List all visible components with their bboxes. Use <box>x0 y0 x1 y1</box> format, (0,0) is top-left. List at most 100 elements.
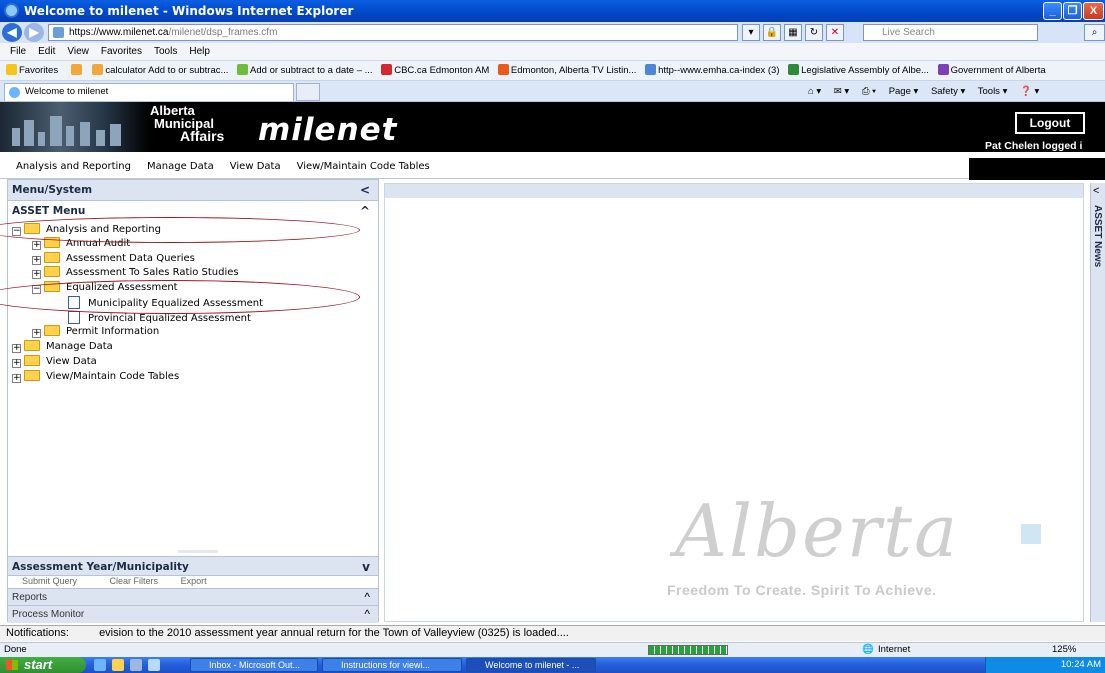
assessment-year-header[interactable]: Assessment Year/Municipality v <box>8 556 378 576</box>
mail-quick-icon[interactable] <box>148 659 160 671</box>
expand-icon[interactable]: + <box>32 241 41 250</box>
folder-icon <box>24 340 40 351</box>
dropdown-icon[interactable]: ▾ <box>742 24 760 41</box>
ie-quick-icon[interactable] <box>94 659 106 671</box>
search-icon[interactable]: ⌕ <box>1084 24 1105 41</box>
assessment-year-title: Assessment Year/Municipality <box>12 561 189 573</box>
favorite-link-6[interactable]: Legislative Assembly of Albe... <box>788 61 929 80</box>
expand-icon[interactable]: + <box>12 374 21 383</box>
expand-left-icon[interactable]: < <box>1093 185 1099 197</box>
clear-filters-button[interactable]: Clear Filters <box>110 576 159 586</box>
menu-file[interactable]: File <box>10 43 26 60</box>
favorite-icon <box>92 64 104 75</box>
forward-button[interactable]: ▶ <box>24 23 44 42</box>
expand-icon[interactable]: + <box>32 256 41 265</box>
city-skyline-image <box>0 102 150 152</box>
taskbar-instructions[interactable]: Instructions for viewi... <box>322 658 462 672</box>
favorite-label: Government of Alberta <box>950 65 1046 76</box>
expand-up-icon[interactable]: ^ <box>364 589 370 606</box>
zoom-level[interactable]: 125% <box>1052 643 1076 657</box>
favorite-link-5[interactable]: http--www.emha.ca-index (3) <box>645 61 780 80</box>
back-button[interactable]: ◀ <box>2 23 22 42</box>
collapse-up-icon[interactable]: ^ <box>360 201 370 221</box>
menu-tools[interactable]: Tools <box>154 43 177 60</box>
folder-icon <box>44 252 60 263</box>
favorites-button[interactable]: Favorites <box>6 61 58 80</box>
expand-up-icon[interactable]: ^ <box>364 606 370 623</box>
tree-sales-ratio-studies[interactable]: + Assessment To Sales Ratio Studies <box>32 266 239 280</box>
tab-welcome-milenet[interactable]: Welcome to milenet <box>4 83 294 101</box>
safety-menu[interactable]: Safety ▾ <box>931 86 965 97</box>
tree-label: Manage Data <box>46 341 113 352</box>
maximize-button[interactable]: ❐ <box>1063 2 1082 20</box>
close-button[interactable]: X <box>1083 2 1104 20</box>
collapse-left-icon[interactable]: < <box>360 180 370 200</box>
asset-news-bar[interactable]: < ASSET News <box>1090 183 1105 622</box>
menu-system-title: Menu/System <box>12 184 93 196</box>
tree-label: Assessment Data Queries <box>66 253 195 264</box>
tools-menu[interactable]: Tools ▾ <box>978 86 1008 97</box>
tree-code-tables[interactable]: + View/Maintain Code Tables <box>12 370 179 384</box>
url-field[interactable]: https://www.milenet.ca/milenet/dsp_frame… <box>48 24 738 41</box>
favorite-link-1[interactable]: calculator Add to or subtrac... <box>92 61 228 80</box>
expand-down-icon[interactable]: v <box>362 557 370 577</box>
stop-icon[interactable]: ✕ <box>826 24 844 41</box>
new-tab-button[interactable] <box>296 83 320 101</box>
nav-manage-data[interactable]: Manage Data <box>147 154 214 178</box>
feeds-button[interactable]: ✉ ▾ <box>834 86 849 97</box>
query-toolbar: Submit Query Clear Filters Export <box>8 576 378 588</box>
taskbar-milenet[interactable]: Welcome to milenet - ... <box>466 658 596 672</box>
logout-button[interactable]: Logout <box>1015 112 1085 134</box>
favorite-link-3[interactable]: CBC.ca Edmonton AM <box>381 61 489 80</box>
taskbar-inbox[interactable]: Inbox - Microsoft Out... <box>190 658 318 672</box>
lock-icon[interactable]: 🔒 <box>763 24 781 41</box>
menu-system-header[interactable]: Menu/System < <box>8 180 378 201</box>
favorite-link-4[interactable]: Edmonton, Alberta TV Listin... <box>497 61 636 80</box>
help-menu[interactable]: ❓ ▾ <box>1020 86 1039 97</box>
progress-bar <box>648 645 728 655</box>
tree-permit-information[interactable]: + Permit Information <box>32 325 159 339</box>
mail-button[interactable]: ⎙ ▾ <box>862 86 876 97</box>
add-favorite-icon[interactable] <box>70 61 84 80</box>
menu-favorites[interactable]: Favorites <box>101 43 142 60</box>
export-button[interactable]: Export <box>181 576 207 586</box>
nav-view-data[interactable]: View Data <box>230 154 281 178</box>
start-button[interactable]: start <box>0 657 86 673</box>
page-menu[interactable]: Page ▾ <box>889 86 919 97</box>
quick-launch <box>94 659 174 671</box>
alberta-watermark: Alberta <box>675 489 959 573</box>
favorite-link-2[interactable]: Add or subtract to a date – ... <box>237 61 373 80</box>
minimize-button[interactable]: _ <box>1043 2 1062 20</box>
tree-label: View/Maintain Code Tables <box>46 371 180 382</box>
outlook-quick-icon[interactable] <box>112 659 124 671</box>
refresh-icon[interactable]: ↻ <box>805 24 823 41</box>
tree-label: Provincial Equalized Assessment <box>88 313 251 324</box>
process-monitor-header[interactable]: Process Monitor ^ <box>8 605 378 623</box>
reports-header[interactable]: Reports ^ <box>8 588 378 606</box>
nav-code-tables[interactable]: View/Maintain Code Tables <box>297 154 430 178</box>
nav-analysis-reporting[interactable]: Analysis and Reporting <box>16 154 131 178</box>
expand-icon[interactable]: + <box>12 344 21 353</box>
org-logo: Alberta Municipal Affairs <box>150 104 224 143</box>
menu-edit[interactable]: Edit <box>38 43 55 60</box>
reports-title: Reports <box>12 592 48 603</box>
search-input[interactable]: Live Search <box>863 24 1038 41</box>
tree-manage-data[interactable]: + Manage Data <box>12 340 113 354</box>
expand-icon[interactable]: + <box>32 270 41 279</box>
desktop-quick-icon[interactable] <box>130 659 142 671</box>
compat-view-icon[interactable]: ▦ <box>784 24 802 41</box>
panel-splitter[interactable] <box>178 550 218 553</box>
favorite-icon <box>237 64 249 75</box>
favorite-icon <box>937 64 949 75</box>
menu-help[interactable]: Help <box>189 43 210 60</box>
expand-icon[interactable]: + <box>32 329 41 338</box>
folder-icon <box>44 266 60 277</box>
tree-view-data[interactable]: + View Data <box>12 355 97 369</box>
favorite-link-7[interactable]: Government of Alberta <box>937 61 1046 80</box>
alberta-slogan: Freedom To Create. Spirit To Achieve. <box>667 582 937 598</box>
submit-query-button[interactable]: Submit Query <box>22 576 77 586</box>
expand-icon[interactable]: + <box>12 359 21 368</box>
menu-view[interactable]: View <box>67 43 89 60</box>
tree-assessment-data-queries[interactable]: + Assessment Data Queries <box>32 252 195 266</box>
home-button[interactable]: ⌂ ▾ <box>808 86 821 97</box>
